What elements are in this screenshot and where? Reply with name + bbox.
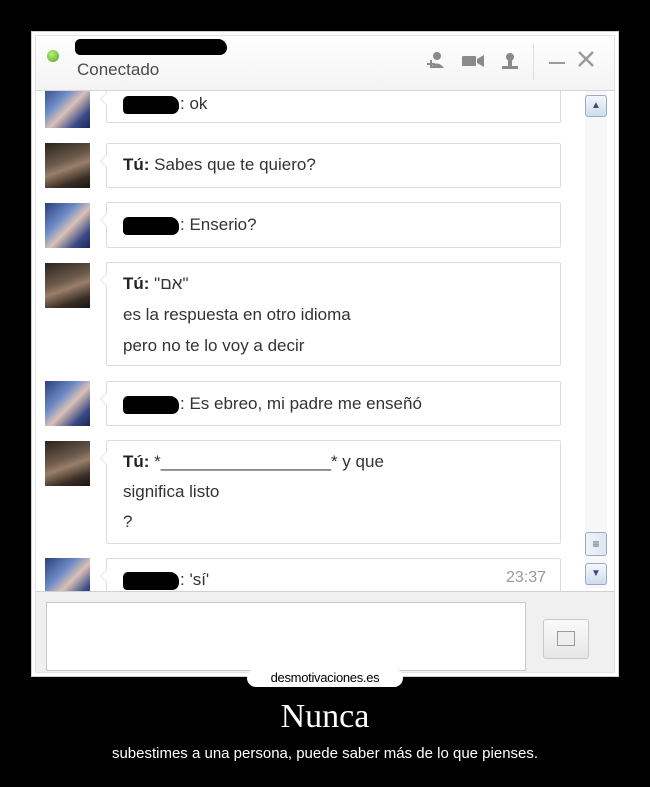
message-timestamp: 23:37 (505, 569, 546, 586)
friend-avatar (45, 203, 90, 248)
sender-name-redacted (123, 216, 179, 235)
message-line: Tú: *__________________* y que (123, 452, 384, 471)
message-bubble: : Es ebreo, mi padre me enseñó (100, 381, 561, 426)
send-image-button[interactable] (543, 619, 589, 659)
image-icon (557, 631, 575, 646)
scroll-down-button[interactable]: ▼ (585, 563, 607, 585)
minimize-icon[interactable] (548, 48, 566, 71)
composer-bar (36, 591, 614, 672)
message-line: : Es ebreo, mi padre me enseñó (123, 394, 422, 414)
message-bubble: Tú: *__________________* y que significa… (100, 440, 561, 544)
message-line: ? (123, 512, 133, 531)
profile-icon[interactable] (499, 50, 521, 75)
poster-frame: Conectado : ok Tú: Sabes que te quiero? … (31, 31, 619, 677)
header-divider (533, 44, 534, 80)
message-bubble: Tú: "אם" es la respuesta en otro idioma … (100, 262, 561, 366)
friend-avatar (45, 558, 90, 591)
message-bubble: : 'sí' 23:37 (100, 558, 561, 591)
message-line: : 'sí' (123, 570, 209, 590)
sender-label: Tú: (123, 452, 150, 471)
sender-label: Tú: (123, 274, 150, 293)
site-logo: desmotivaciones.es (247, 669, 403, 687)
contact-name-redacted (75, 39, 227, 55)
online-status-icon (47, 50, 59, 62)
message-line: es la respuesta en otro idioma (123, 305, 351, 324)
message-line: Tú: "אם" (123, 274, 189, 293)
sender-name-redacted (123, 571, 179, 590)
message-line: : Enserio? (123, 215, 257, 235)
my-avatar (45, 263, 90, 308)
chat-scrollbar[interactable]: ▲ ≡ ▼ (585, 91, 607, 588)
sender-label: Tú: (123, 155, 150, 174)
scroll-up-button[interactable]: ▲ (585, 95, 607, 117)
message-input[interactable] (46, 602, 526, 671)
scroll-thumb[interactable]: ≡ (585, 532, 607, 556)
message-line: pero no te lo voy a decir (123, 336, 305, 355)
message-line: significa listo (123, 482, 220, 501)
chat-window: Conectado : ok Tú: Sabes que te quiero? … (35, 35, 615, 673)
my-avatar (45, 143, 90, 188)
poster-title: Nunca (280, 698, 370, 735)
add-contact-icon[interactable] (426, 50, 448, 75)
message-line: : ok (123, 94, 207, 114)
chat-header: Conectado (36, 36, 614, 91)
message-bubble: Tú: Sabes que te quiero? (100, 143, 561, 188)
close-icon[interactable] (577, 48, 595, 71)
status-text: Conectado (77, 60, 160, 79)
friend-avatar (45, 91, 90, 128)
message-bubble: : ok (100, 91, 561, 123)
message-bubble: : Enserio? (100, 202, 561, 248)
my-avatar (45, 441, 90, 486)
sender-name-redacted (123, 395, 179, 414)
friend-avatar (45, 381, 90, 426)
sender-name-redacted (123, 95, 179, 114)
message-list: : ok Tú: Sabes que te quiero? : Enserio?… (36, 91, 614, 591)
poster-subtitle: subestimes a una persona, puede saber má… (111, 745, 539, 762)
video-icon[interactable] (461, 50, 485, 75)
message-line: Tú: Sabes que te quiero? (123, 155, 316, 174)
